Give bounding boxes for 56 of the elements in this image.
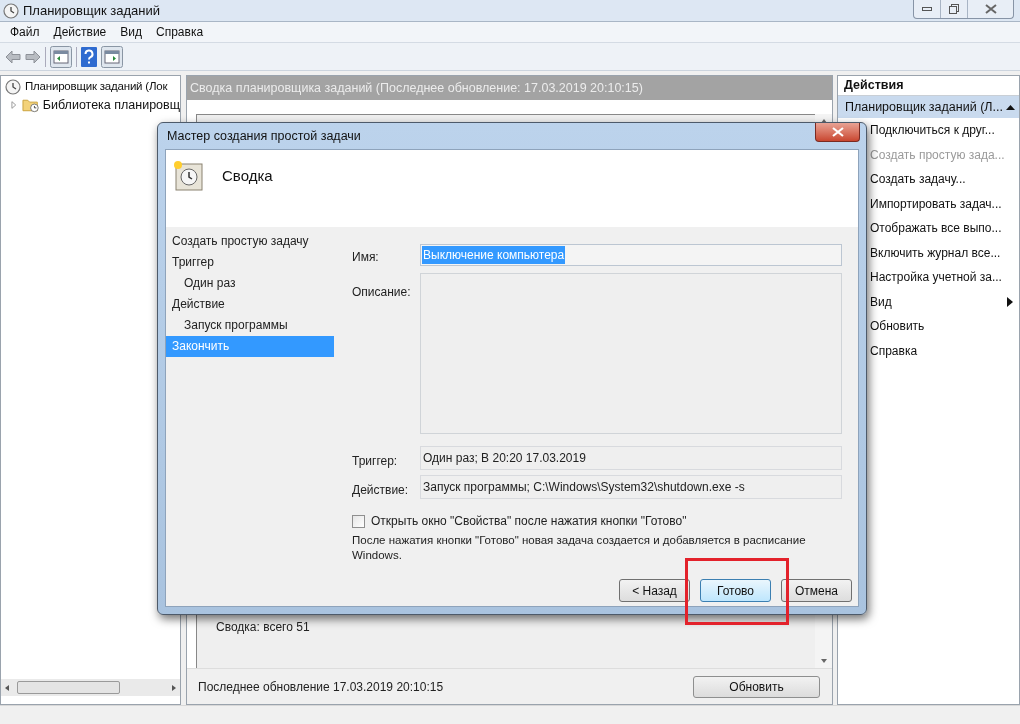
help-icon[interactable] <box>81 46 97 67</box>
last-update-text: Последнее обновление 17.03.2019 20:10:15 <box>198 678 444 696</box>
close-icon <box>984 4 997 14</box>
field-label: Имя: <box>352 249 380 266</box>
note-text: После нажатия кнопки "Готово" новая задача создается и добавляется в расписание Windows. <box>352 533 807 563</box>
wizard-step[interactable]: Запуск программы <box>166 315 334 336</box>
checkbox-label: Открыть окно "Свойства" после нажатия кнопки "Готово" <box>371 513 687 530</box>
scroll-down-icon[interactable] <box>819 658 828 664</box>
tree-label: Библиотека планировщ <box>42 96 180 114</box>
menu-item[interactable]: Вид <box>113 23 149 41</box>
submenu-arrow-icon <box>1007 296 1013 307</box>
menu-item[interactable]: Действие <box>46 23 114 41</box>
wizard-step[interactable]: Один раз <box>166 273 334 294</box>
summary-total: Сводка: всего 51 <box>216 619 311 636</box>
window-title: Планировщик заданий <box>23 1 160 20</box>
tree-item[interactable]: Библиотека планировщ <box>1 96 180 114</box>
checkbox[interactable] <box>352 514 365 528</box>
forward-arrow-icon[interactable] <box>25 49 41 64</box>
scroll-right-icon[interactable] <box>170 683 178 692</box>
dialog-button[interactable]: Готово <box>700 579 771 602</box>
readonly-field[interactable]: Запуск программы; C:\Windows\System32\shutdown.exe -s <box>420 475 842 499</box>
back-arrow-icon[interactable] <box>5 49 21 64</box>
calendar-clock-icon <box>172 160 204 192</box>
horizontal-scrollbar[interactable] <box>1 679 180 696</box>
restore-icon <box>949 4 959 14</box>
collapse-caret-icon[interactable] <box>1006 103 1015 111</box>
clock-icon <box>5 79 21 95</box>
dialog-title: Мастер создания простой задачи <box>167 127 361 145</box>
description-field[interactable] <box>420 273 842 434</box>
wizard-step[interactable]: Действие <box>166 294 334 315</box>
tree-item[interactable]: Планировщик заданий (Лок <box>1 78 180 96</box>
refresh-button[interactable]: Обновить <box>693 675 820 698</box>
panel-toggle-icon[interactable] <box>50 45 72 68</box>
dialog-button[interactable]: Отмена <box>781 579 852 602</box>
close-button[interactable] <box>815 123 860 142</box>
field-value: Выключение компьютера <box>422 246 566 264</box>
field-label: Описание: <box>352 284 412 301</box>
menu-item[interactable]: Справка <box>149 23 211 41</box>
tree-label: Планировщик заданий (Лок <box>25 79 168 95</box>
close-icon <box>831 127 844 137</box>
scroll-left-icon[interactable] <box>3 683 11 692</box>
actions-group-header[interactable]: Планировщик заданий (Л... <box>838 96 1019 118</box>
dialog-button[interactable]: < Назад <box>619 579 690 602</box>
field-label: Действие: <box>352 482 410 499</box>
wizard-step[interactable]: Создать простую задачу <box>166 231 334 252</box>
dialog-heading: Сводка <box>222 166 273 186</box>
minimize-icon <box>922 7 932 11</box>
summary-header: Сводка планировщика заданий (Последнее обновление: 17.03.2019 20:10:15) <box>187 76 832 100</box>
panel-toggle-icon[interactable] <box>101 45 123 68</box>
field-label: Триггер: <box>352 453 399 470</box>
menu-item[interactable]: Файл <box>3 23 47 41</box>
readonly-field[interactable]: Один раз; В 20:20 17.03.2019 <box>420 446 842 470</box>
wizard-step[interactable]: Триггер <box>166 252 334 273</box>
action-item[interactable]: Вид <box>838 289 1019 314</box>
app-icon <box>3 2 19 19</box>
folder-icon <box>21 97 39 113</box>
